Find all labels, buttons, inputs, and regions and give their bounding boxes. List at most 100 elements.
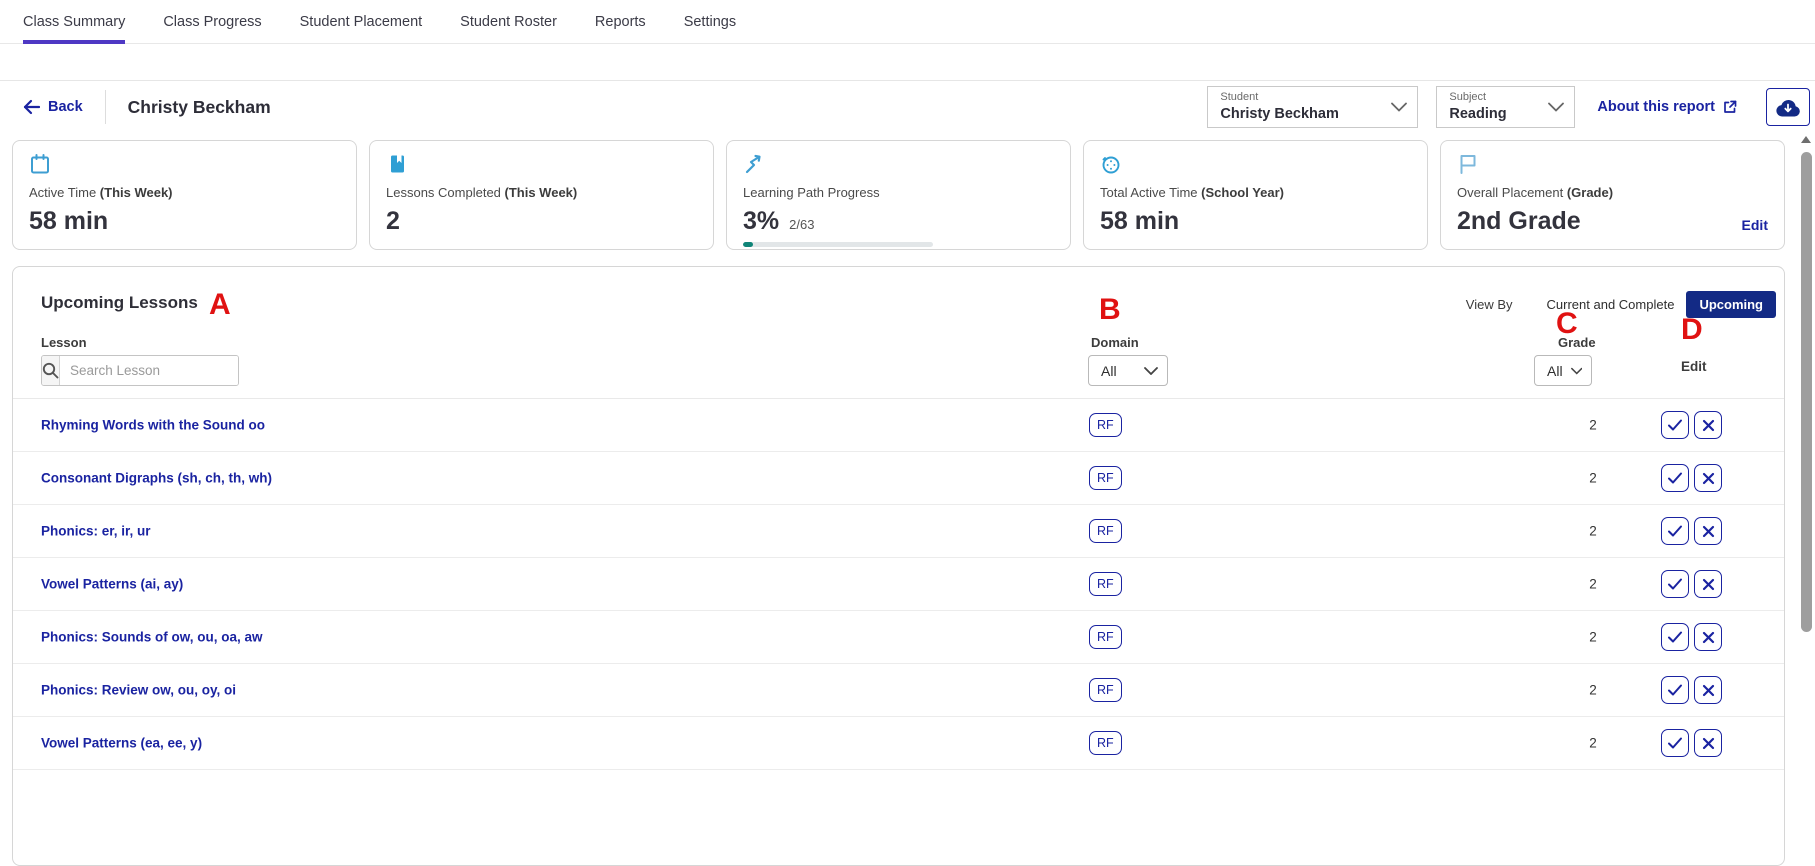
card-lessons-completed: Lessons Completed (This Week) 2	[369, 140, 714, 250]
row-edit-actions	[1661, 570, 1722, 598]
domain-filter-dropdown[interactable]: All	[1088, 355, 1168, 386]
about-link-label: About this report	[1597, 99, 1715, 115]
approve-lesson-button[interactable]	[1661, 411, 1689, 439]
upcoming-lessons-panel: Upcoming Lessons A B C D View By Current…	[12, 266, 1785, 866]
book-icon	[386, 153, 408, 175]
scrollbar[interactable]	[1801, 152, 1812, 632]
chevron-down-icon	[1548, 103, 1564, 112]
grade-value: 2	[1577, 736, 1609, 751]
approve-lesson-button[interactable]	[1661, 570, 1689, 598]
remove-lesson-button[interactable]	[1694, 676, 1722, 704]
approve-lesson-button[interactable]	[1661, 464, 1689, 492]
subject-dropdown[interactable]: Subject Reading	[1436, 86, 1575, 128]
lesson-link[interactable]: Rhyming Words with the Sound oo	[41, 418, 265, 433]
search-icon	[42, 362, 59, 379]
lesson-link[interactable]: Phonics: er, ir, ur	[41, 524, 151, 539]
annotation-d: D	[1681, 315, 1703, 345]
check-icon	[1667, 418, 1683, 432]
remove-lesson-button[interactable]	[1694, 411, 1722, 439]
card-value: 3%	[743, 207, 779, 236]
tab-student-placement[interactable]: Student Placement	[300, 0, 423, 43]
card-label: Learning Path Progress	[743, 185, 1054, 200]
x-icon	[1702, 737, 1715, 750]
remove-lesson-button[interactable]	[1694, 570, 1722, 598]
back-arrow-icon	[23, 99, 40, 115]
scroll-up-icon[interactable]	[1801, 136, 1811, 143]
grade-value: 2	[1577, 471, 1609, 486]
card-value: 58 min	[29, 207, 340, 236]
check-icon	[1667, 630, 1683, 644]
approve-lesson-button[interactable]	[1661, 517, 1689, 545]
row-edit-actions	[1661, 517, 1722, 545]
domain-badge: RF	[1089, 466, 1122, 490]
lesson-link[interactable]: Phonics: Sounds of ow, ou, oa, aw	[41, 630, 263, 645]
lesson-link[interactable]: Phonics: Review ow, ou, oy, oi	[41, 683, 236, 698]
column-header-grade: Grade	[1558, 335, 1596, 350]
view-by-option-current-and-complete[interactable]: Current and Complete	[1535, 291, 1687, 318]
table-row: Consonant Digraphs (sh, ch, th, wh) RF 2	[13, 452, 1784, 505]
tab-settings[interactable]: Settings	[684, 0, 736, 43]
tab-class-summary[interactable]: Class Summary	[23, 0, 125, 43]
domain-badge: RF	[1089, 731, 1122, 755]
download-report-button[interactable]	[1766, 88, 1810, 126]
tab-reports[interactable]: Reports	[595, 0, 646, 43]
grade-filter-dropdown[interactable]: All	[1534, 355, 1592, 386]
grade-value: 2	[1577, 418, 1609, 433]
approve-lesson-button[interactable]	[1661, 729, 1689, 757]
progress-bar-fill	[743, 242, 753, 247]
back-label: Back	[48, 99, 83, 115]
check-icon	[1667, 736, 1683, 750]
table-row: Vowel Patterns (ea, ee, y) RF 2	[13, 717, 1784, 770]
remove-lesson-button[interactable]	[1694, 623, 1722, 651]
annotation-b: B	[1099, 295, 1121, 325]
x-icon	[1702, 578, 1715, 591]
tab-label: Reports	[595, 14, 646, 30]
search-lesson-input[interactable]	[60, 356, 239, 385]
divider	[105, 90, 106, 124]
remove-lesson-button[interactable]	[1694, 464, 1722, 492]
report-header: Back Christy Beckham Student Christy Bec…	[0, 80, 1815, 133]
tab-label: Settings	[684, 14, 736, 30]
card-total-active-time: Total Active Time (School Year) 58 min	[1083, 140, 1428, 250]
grade-value: 2	[1577, 683, 1609, 698]
card-label: Active Time (This Week)	[29, 185, 340, 200]
card-label: Lessons Completed (This Week)	[386, 185, 697, 200]
check-icon	[1667, 471, 1683, 485]
approve-lesson-button[interactable]	[1661, 623, 1689, 651]
lesson-search	[41, 355, 239, 386]
search-button[interactable]	[42, 356, 60, 385]
progress-fraction: 2/63	[789, 217, 814, 232]
view-by-label: View By	[1466, 297, 1513, 312]
lesson-link[interactable]: Consonant Digraphs (sh, ch, th, wh)	[41, 471, 272, 486]
edit-placement-link[interactable]: Edit	[1742, 217, 1768, 233]
table-row: Phonics: er, ir, ur RF 2	[13, 505, 1784, 558]
lesson-link[interactable]: Vowel Patterns (ea, ee, y)	[41, 736, 202, 751]
tab-label: Class Progress	[163, 14, 261, 30]
grade-value: 2	[1577, 577, 1609, 592]
tab-label: Student Roster	[460, 14, 557, 30]
x-icon	[1702, 525, 1715, 538]
x-icon	[1702, 472, 1715, 485]
about-this-report-link[interactable]: About this report	[1597, 99, 1738, 115]
lesson-link[interactable]: Vowel Patterns (ai, ay)	[41, 577, 183, 592]
annotation-a: A	[209, 290, 231, 320]
check-icon	[1667, 683, 1683, 697]
student-dropdown[interactable]: Student Christy Beckham	[1207, 86, 1418, 128]
grade-value: 2	[1577, 630, 1609, 645]
column-header-domain: Domain	[1091, 335, 1139, 350]
tab-student-roster[interactable]: Student Roster	[460, 0, 557, 43]
approve-lesson-button[interactable]	[1661, 676, 1689, 704]
tab-class-progress[interactable]: Class Progress	[163, 0, 261, 43]
check-icon	[1667, 577, 1683, 591]
flag-icon	[1457, 153, 1479, 175]
chevron-down-icon	[1571, 367, 1582, 375]
back-button[interactable]: Back	[23, 99, 83, 115]
remove-lesson-button[interactable]	[1694, 517, 1722, 545]
card-active-time-week: Active Time (This Week) 58 min	[12, 140, 357, 250]
remove-lesson-button[interactable]	[1694, 729, 1722, 757]
subject-dropdown-label: Subject	[1449, 91, 1544, 104]
view-by-option-upcoming[interactable]: Upcoming	[1686, 291, 1776, 318]
summary-cards: Active Time (This Week) 58 min Lessons C…	[12, 140, 1785, 250]
domain-filter-value: All	[1101, 363, 1117, 379]
section-title: Upcoming Lessons	[41, 293, 198, 313]
